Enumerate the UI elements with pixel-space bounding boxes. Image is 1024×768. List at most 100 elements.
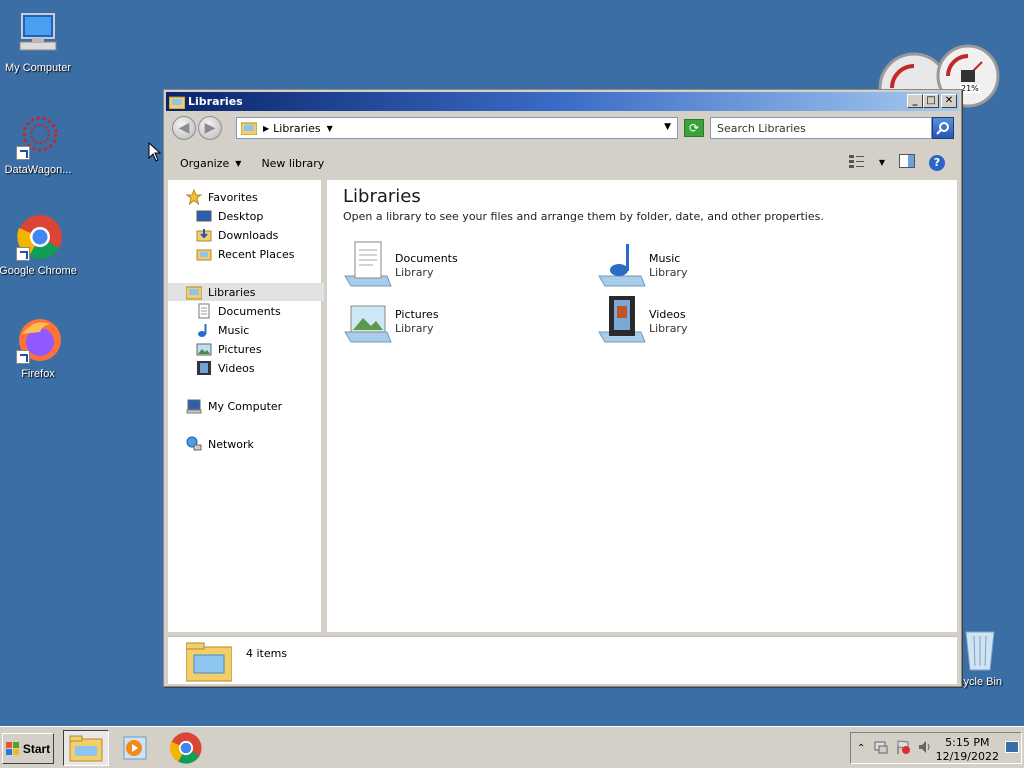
- desktop-icon-label: cycle Bin: [958, 676, 1003, 688]
- navigation-pane: Favorites Desktop Downloads Recent Place…: [168, 180, 324, 632]
- forward-arrow-icon: ▶: [204, 120, 216, 136]
- close-button[interactable]: ✕: [941, 94, 957, 108]
- libraries-icon: [241, 122, 257, 135]
- taskbar-chrome-button[interactable]: [163, 730, 209, 766]
- nav-recent-places[interactable]: Recent Places: [196, 245, 295, 263]
- action-center-icon[interactable]: [895, 739, 911, 758]
- address-bar[interactable]: ▶ Libraries ▼ ▼: [236, 117, 678, 139]
- nav-music[interactable]: Music: [196, 321, 249, 339]
- preview-pane-icon[interactable]: [899, 154, 915, 171]
- desktop-icon-label: DataWagon...: [4, 164, 72, 176]
- network-tray-icon[interactable]: [873, 739, 889, 758]
- view-options-dropdown-icon[interactable]: ▼: [879, 158, 885, 167]
- library-name: Documents: [395, 252, 458, 265]
- documents-icon: [196, 303, 212, 319]
- item-count: 4 items: [246, 647, 288, 660]
- help-icon[interactable]: ?: [929, 154, 945, 171]
- nav-network[interactable]: Network: [186, 435, 254, 453]
- address-dropdown-icon[interactable]: ▼: [664, 122, 671, 132]
- taskbar-explorer-button[interactable]: [63, 730, 109, 766]
- library-documents[interactable]: Documents Library: [343, 240, 583, 290]
- page-title: Libraries: [343, 186, 421, 207]
- start-button[interactable]: Start: [2, 733, 54, 764]
- nav-label: Recent Places: [218, 247, 295, 261]
- clock[interactable]: 5:15 PM 12/19/2022: [936, 736, 999, 764]
- downloads-icon: [196, 227, 212, 243]
- firefox-icon: [14, 316, 62, 364]
- taskbar-media-player-button[interactable]: [112, 730, 158, 766]
- libraries-icon: [185, 284, 203, 300]
- library-type: Library: [395, 266, 434, 279]
- nav-my-computer[interactable]: My Computer: [186, 397, 282, 415]
- desktop-icon-google-chrome[interactable]: Google Chrome: [0, 213, 78, 277]
- maximize-button[interactable]: □: [923, 94, 939, 108]
- title-bar[interactable]: Libraries _ □ ✕: [166, 92, 959, 111]
- window-title: Libraries: [188, 95, 243, 108]
- refresh-icon: ⟳: [688, 121, 700, 135]
- nav-label: Music: [218, 323, 250, 337]
- music-library-icon: [597, 240, 647, 288]
- chevron-down-icon: ▼: [235, 158, 242, 168]
- nav-documents[interactable]: Documents: [196, 302, 281, 320]
- show-hidden-icons-icon[interactable]: ⌃: [857, 743, 865, 754]
- address-toolbar: ◀ ▶ ▶ Libraries ▼ ▼ ⟳ Search Libraries: [166, 113, 959, 143]
- minimize-button[interactable]: _: [907, 94, 923, 108]
- search-placeholder: Search Libraries: [717, 121, 806, 135]
- nav-favorites[interactable]: Favorites: [185, 188, 258, 206]
- back-button[interactable]: ◀: [172, 116, 196, 140]
- desktop-icon-label: Google Chrome: [0, 265, 77, 277]
- chevron-right-icon[interactable]: ▶: [263, 124, 269, 133]
- content-pane: Libraries Open a library to see your fil…: [327, 180, 957, 632]
- network-icon: [186, 436, 202, 452]
- star-icon: [185, 188, 203, 206]
- music-icon: [196, 322, 212, 338]
- library-type: Library: [649, 266, 688, 279]
- nav-desktop[interactable]: Desktop: [196, 207, 263, 225]
- library-name: Music: [649, 252, 681, 265]
- documents-library-icon: [343, 240, 393, 288]
- search-input[interactable]: Search Libraries: [710, 117, 932, 139]
- search-icon: [936, 122, 949, 135]
- nav-videos[interactable]: Videos: [196, 359, 255, 377]
- change-view-icon[interactable]: [848, 154, 865, 171]
- library-music[interactable]: Music Library: [597, 240, 837, 290]
- nav-label: Favorites: [208, 190, 258, 204]
- videos-icon: [196, 360, 212, 376]
- nav-label: Desktop: [218, 209, 264, 223]
- windows-logo-icon: [5, 741, 19, 755]
- explorer-window[interactable]: Libraries _ □ ✕ ◀ ▶ ▶ Libraries ▼ ▼ ⟳ Se: [163, 89, 962, 687]
- cpu-percent: 21%: [960, 84, 980, 93]
- clock-date: 12/19/2022: [935, 750, 999, 763]
- forward-button[interactable]: ▶: [198, 116, 222, 140]
- page-subtitle: Open a library to see your files and arr…: [343, 210, 824, 223]
- new-library-button[interactable]: New library: [261, 157, 324, 170]
- details-pane: 4 items: [168, 636, 957, 684]
- recycle-bin-icon: [960, 626, 1000, 672]
- shortcut-arrow-icon: [16, 350, 30, 364]
- nav-downloads[interactable]: Downloads: [196, 226, 278, 244]
- chrome-icon: [169, 732, 202, 764]
- shortcut-arrow-icon: [16, 146, 30, 160]
- library-type: Library: [395, 322, 434, 335]
- nav-libraries[interactable]: Libraries: [168, 283, 324, 301]
- nav-label: My Computer: [208, 399, 283, 413]
- videos-library-icon: [597, 296, 647, 344]
- desktop-icon-firefox[interactable]: Firefox: [0, 316, 78, 380]
- library-videos[interactable]: Videos Library: [597, 296, 837, 346]
- desktop-icon-my-computer[interactable]: My Computer: [0, 10, 78, 74]
- show-desktop-icon[interactable]: [1005, 741, 1019, 756]
- back-arrow-icon: ◀: [178, 120, 190, 136]
- desktop-icon-label: Firefox: [21, 368, 55, 380]
- breadcrumb-libraries[interactable]: Libraries: [273, 122, 321, 135]
- organize-menu[interactable]: Organize ▼: [180, 157, 241, 170]
- desktop-icon-recycle-bin[interactable]: cycle Bin: [958, 626, 1018, 688]
- nav-pictures[interactable]: Pictures: [196, 340, 262, 358]
- nav-label: Documents: [218, 304, 281, 318]
- nav-label: Videos: [218, 361, 255, 375]
- search-button[interactable]: [932, 117, 954, 139]
- library-pictures[interactable]: Pictures Library: [343, 296, 583, 346]
- desktop-icon-datawagon[interactable]: DataWagon...: [0, 112, 78, 176]
- volume-icon[interactable]: [917, 739, 933, 758]
- chevron-down-icon[interactable]: ▼: [327, 124, 333, 133]
- refresh-button[interactable]: ⟳: [684, 119, 704, 137]
